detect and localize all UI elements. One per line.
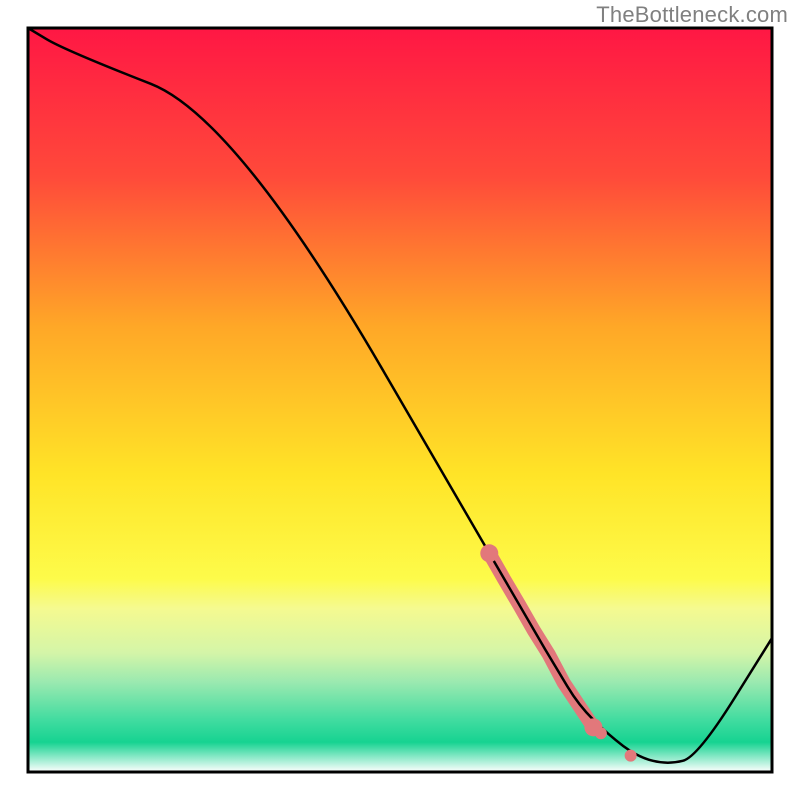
highlight-point	[584, 718, 602, 736]
watermark-text: TheBottleneck.com	[596, 2, 788, 28]
chart-svg	[0, 0, 800, 800]
highlight-point	[480, 544, 498, 562]
bottleneck-chart: TheBottleneck.com	[0, 0, 800, 800]
highlight-point	[625, 750, 637, 762]
